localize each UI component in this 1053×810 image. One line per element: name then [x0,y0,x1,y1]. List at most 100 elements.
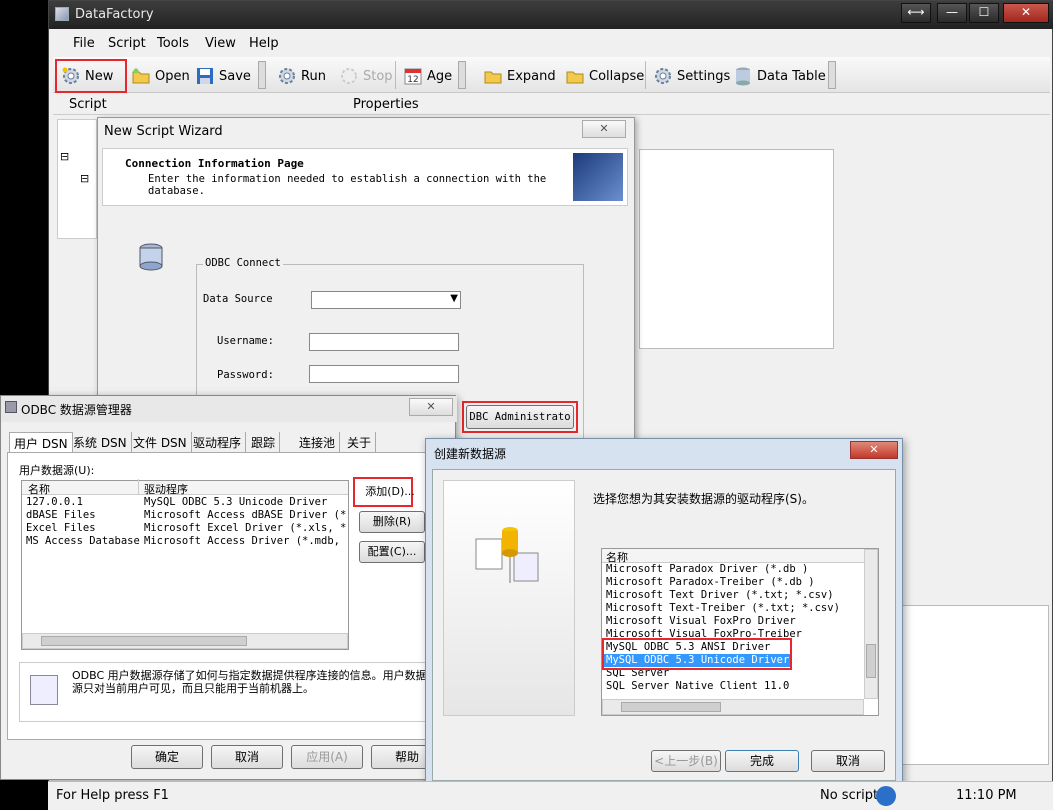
create-data-source-dialog: 创建新数据源 ✕ 选择您想为其安装数据源的驱动程序(S)。 名称 Microso… [425,438,903,788]
info-box: ODBC 用户数据源存储了如何与指定数据提供程序连接的信息。用户数据源只对当前用… [19,662,447,722]
window-title: DataFactory [75,7,154,22]
menu-bar: File Script Tools View Help [53,33,1050,55]
collapse-button[interactable]: Collapse [561,63,648,89]
save-label: Save [219,68,251,84]
open-label: Open [155,68,190,84]
database-icon [733,66,753,86]
wizard-close-button[interactable]: ✕ [582,120,626,138]
data-source-select[interactable]: ▼ [311,291,461,309]
status-time: 11:10 PM [956,788,1017,803]
toolbar-grip[interactable] [458,61,466,89]
menu-script[interactable]: Script [108,36,146,51]
teamviewer-icon [876,786,896,806]
configure-button[interactable]: 配置(C)... [359,541,425,563]
settings-button[interactable]: Settings [649,63,734,89]
driver-list-header: 名称 [602,549,864,564]
cancel-button[interactable]: 取消 [211,745,283,769]
table-row-driver[interactable]: MySQL ODBC 5.3 Unicode Driver [144,496,327,509]
tab-about[interactable]: 关于 [343,432,377,452]
menu-help[interactable]: Help [249,36,279,51]
new-button[interactable]: New [55,59,127,93]
stop-button[interactable]: Stop [335,63,397,89]
tab-file-dsn[interactable]: 文件 DSN [129,432,192,452]
cancel-button[interactable]: 取消 [811,750,885,772]
toolbar: New Open Save Run Stop 12 Age Expand Col… [53,57,1050,93]
tab-user-dsn[interactable]: 用户 DSN [9,432,73,452]
close-button[interactable]: ✕ [1003,3,1049,23]
horizontal-scrollbar[interactable] [22,633,348,649]
script-tree[interactable]: ⊟ ⊟ [57,119,97,239]
finish-button[interactable]: 完成 [725,750,799,772]
horizontal-scrollbar[interactable] [602,699,864,715]
expand-button[interactable]: Expand [479,63,560,89]
list-item[interactable]: Microsoft Text-Treiber (*.txt; *.csv) [606,602,840,615]
apply-button[interactable]: 应用(A) [291,745,363,769]
menu-tools[interactable]: Tools [157,36,189,51]
scroll-thumb[interactable] [866,644,876,678]
driver-list[interactable]: 名称 Microsoft Paradox Driver (*.db ) Micr… [601,548,879,716]
table-row[interactable]: dBASE Files [26,509,96,522]
folder-collapse-icon [565,66,585,86]
back-button[interactable]: <上一步(B) [651,750,721,772]
dsn-name: MS Access Database [26,535,140,547]
column-name[interactable]: 名称 [28,481,50,497]
newsrc-close-button[interactable]: ✕ [850,441,898,459]
tab-drivers[interactable]: 驱动程序 [189,432,247,452]
list-item[interactable]: Microsoft Paradox Driver (*.db ) [606,563,808,576]
odbc-admin-dialog: ODBC 数据源管理器 ✕ 用户 DSN 系统 DSN 文件 DSN 驱动程序 … [0,395,457,780]
list-item[interactable]: SQL Server Native Client 11.0 [606,680,789,693]
add-button[interactable]: 添加(D)... [357,481,423,503]
run-button[interactable]: Run [273,63,330,89]
user-dsn-label: 用户数据源(U): [19,464,95,477]
app-icon [55,7,69,21]
tree-expander[interactable]: ⊟ [60,150,69,163]
odbc-administrator-button[interactable]: DBC Administrato [466,405,574,429]
database-stack-icon [136,242,166,272]
scroll-thumb[interactable] [41,636,247,646]
remove-button[interactable]: 删除(R) [359,511,425,533]
table-row[interactable]: Excel Files [26,522,96,535]
list-item[interactable]: Microsoft Paradox-Treiber (*.db ) [606,576,815,589]
dsn-name: 127.0.0.1 [26,496,83,508]
vertical-scrollbar[interactable] [864,549,878,699]
ok-button[interactable]: 确定 [131,745,203,769]
scroll-thumb[interactable] [621,702,721,712]
title-bar: DataFactory ⟷ — ☐ ✕ [49,1,1053,29]
column-driver[interactable]: 驱动程序 [144,481,188,497]
gear-settings-icon [653,66,673,86]
password-input[interactable] [309,365,459,383]
save-button[interactable]: Save [191,63,255,89]
calendar-icon: 12 [403,66,423,86]
minimize-button[interactable]: — [937,3,967,23]
table-row[interactable]: MS Access Database [26,535,140,548]
table-row-driver[interactable]: Microsoft Excel Driver (*.xls, *.x [144,522,346,535]
list-item[interactable]: Microsoft Visual FoxPro Driver [606,615,796,628]
user-dsn-list[interactable]: 名称 驱动程序 127.0.0.1 MySQL ODBC 5.3 Unicode… [21,479,349,650]
table-row-driver[interactable]: Microsoft Access Driver (*.mdb, *. [144,535,346,548]
open-button[interactable]: Open [127,63,194,89]
table-row[interactable]: 127.0.0.1 [26,496,83,509]
list-item[interactable]: Microsoft Text Driver (*.txt; *.csv) [606,589,834,602]
odbc-close-button[interactable]: ✕ [409,398,453,416]
chevron-down-icon: ▼ [450,293,458,304]
username-input[interactable] [309,333,459,351]
maximize-button[interactable]: ☐ [969,3,999,23]
menu-file[interactable]: File [73,36,95,51]
tab-pooling[interactable]: 连接池 [295,432,341,452]
tree-expander[interactable]: ⊟ [80,172,89,185]
menu-view[interactable]: View [205,36,236,51]
toolbar-grip[interactable] [828,61,836,89]
resize-button[interactable]: ⟷ [901,3,931,23]
table-row-driver[interactable]: Microsoft Access dBASE Driver (*.d [144,509,346,522]
dsn-name: Excel Files [26,522,96,534]
folder-expand-icon [483,66,503,86]
tab-system-dsn[interactable]: 系统 DSN [69,432,132,452]
database-tree-icon [475,527,539,583]
toolbar-grip[interactable] [258,61,266,89]
status-script: No script [820,788,879,803]
column-divider[interactable] [138,479,139,495]
username-label: Username: [217,335,274,347]
age-button[interactable]: 12 Age [399,63,456,89]
data-table-button[interactable]: Data Table [729,63,830,89]
tab-tracing[interactable]: 跟踪 [247,432,281,452]
